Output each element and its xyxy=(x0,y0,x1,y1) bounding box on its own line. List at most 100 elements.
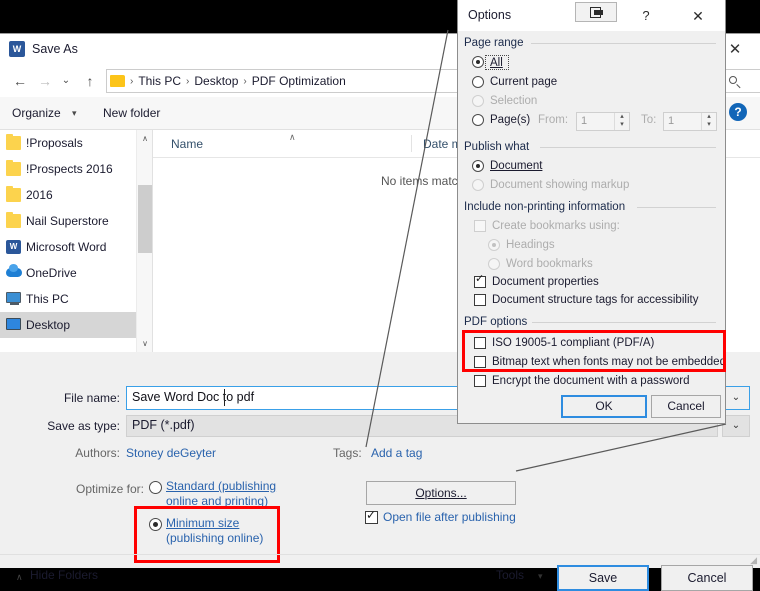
nav-item-proposals[interactable]: !Proposals xyxy=(0,130,152,156)
save-button[interactable]: Save xyxy=(557,565,649,591)
navigation-pane-scrollbar[interactable]: ∧ ∨ xyxy=(136,130,152,352)
restore-arrow xyxy=(594,10,603,15)
breadcrumb-item-this-pc[interactable]: This PC xyxy=(136,74,183,88)
desktop-icon xyxy=(6,318,21,330)
file-name-label: File name: xyxy=(63,391,120,405)
radio-standard-label[interactable]: Standard (publishing online and printing… xyxy=(166,479,316,509)
new-folder-button[interactable]: New folder xyxy=(103,106,160,120)
folder-icon xyxy=(6,134,21,150)
tags-value[interactable]: Add a tag xyxy=(371,446,422,460)
breadcrumb-separator: › xyxy=(186,75,190,87)
spinner-buttons[interactable]: ▴ ▾ xyxy=(614,113,629,130)
save-as-type-label: Save as type: xyxy=(47,419,120,433)
spinner-up-icon[interactable]: ▴ xyxy=(615,113,629,121)
group-title-non-printing: Include non-printing information xyxy=(464,201,631,213)
hide-folders-button[interactable]: Hide Folders xyxy=(30,568,98,582)
forward-icon[interactable]: → xyxy=(35,71,55,91)
nav-item-nail-superstore[interactable]: Nail Superstore xyxy=(0,208,152,234)
cancel-button[interactable]: Cancel xyxy=(661,565,753,591)
options-cancel-button[interactable]: Cancel xyxy=(651,395,721,418)
column-header-name[interactable]: Name xyxy=(171,137,203,151)
column-divider xyxy=(411,135,412,152)
radio-pages[interactable] xyxy=(472,114,484,126)
radio-word-bookmarks-label: Word bookmarks xyxy=(506,258,593,270)
restore-window-icon[interactable] xyxy=(575,2,617,22)
pages-from-value: 1 xyxy=(581,115,588,127)
checkbox-document-properties-label[interactable]: Document properties xyxy=(492,276,599,288)
pages-to-label: To: xyxy=(641,114,657,126)
radio-headings xyxy=(488,239,500,251)
radio-document[interactable] xyxy=(472,160,484,172)
computer-icon xyxy=(6,292,21,305)
pages-from-spinner[interactable]: 1 ▴ ▾ xyxy=(576,112,630,131)
authors-value[interactable]: Stoney deGeyter xyxy=(126,446,216,460)
chevron-down-icon[interactable]: ▾ xyxy=(72,108,77,119)
options-ok-button[interactable]: OK xyxy=(561,395,647,418)
options-button[interactable]: Options... xyxy=(366,481,516,505)
checkbox-create-bookmarks xyxy=(474,220,486,232)
nav-item-this-pc[interactable]: This PC xyxy=(0,286,152,312)
help-icon[interactable]: ? xyxy=(634,6,658,26)
footer-divider xyxy=(0,554,760,555)
checkbox-structure-tags-label[interactable]: Document structure tags for accessibilit… xyxy=(492,294,698,306)
checkbox-structure-tags[interactable] xyxy=(474,294,486,306)
pages-to-spinner[interactable]: 1 ▴ ▾ xyxy=(663,112,717,131)
chevron-down-icon[interactable]: ▾ xyxy=(538,571,543,582)
radio-document-label[interactable]: Document xyxy=(490,160,542,172)
save-as-title: Save As xyxy=(32,42,78,56)
radio-current-page[interactable] xyxy=(472,76,484,88)
radio-selection xyxy=(472,95,484,107)
breadcrumb-separator: › xyxy=(243,75,247,87)
nav-item-label: OneDrive xyxy=(26,266,77,280)
nav-item-2016[interactable]: 2016 xyxy=(0,182,152,208)
radio-all[interactable] xyxy=(472,56,484,68)
highlight-box-pdf-options xyxy=(462,330,726,372)
up-one-level-icon[interactable]: ↑ xyxy=(80,71,100,91)
word-icon: W xyxy=(6,240,21,254)
radio-all-label[interactable]: All xyxy=(490,57,503,69)
breadcrumb-item-desktop[interactable]: Desktop xyxy=(192,74,240,88)
spinner-down-icon[interactable]: ▾ xyxy=(702,121,716,129)
spinner-down-icon[interactable]: ▾ xyxy=(615,121,629,129)
checkbox-open-file-after-publishing[interactable] xyxy=(365,509,378,524)
navigation-pane: !Proposals !Prospects 2016 2016 Nail Sup… xyxy=(0,130,152,352)
nav-item-desktop[interactable]: Desktop xyxy=(0,312,152,338)
group-rule xyxy=(540,147,716,148)
radio-standard[interactable] xyxy=(149,481,162,494)
breadcrumb-item-pdf-optimization[interactable]: PDF Optimization xyxy=(250,74,348,88)
search-input[interactable] xyxy=(722,69,760,93)
resize-grip-icon[interactable]: ◢ xyxy=(750,555,757,566)
spinner-up-icon[interactable]: ▴ xyxy=(702,113,716,121)
close-icon[interactable]: ✕ xyxy=(686,6,710,26)
checkbox-encrypt-document[interactable] xyxy=(474,375,486,387)
organize-button[interactable]: Organize xyxy=(12,106,61,120)
open-file-after-publishing-label[interactable]: Open file after publishing xyxy=(383,510,516,524)
optimize-for-label: Optimize for: xyxy=(75,482,144,496)
nav-item-onedrive[interactable]: OneDrive xyxy=(0,260,152,286)
spinner-buttons[interactable]: ▴ ▾ xyxy=(701,113,716,130)
radio-pages-label[interactable]: Page(s) xyxy=(490,114,530,126)
nav-item-prospects-2016[interactable]: !Prospects 2016 xyxy=(0,156,152,182)
back-icon[interactable]: ← xyxy=(10,71,30,91)
scrollbar-thumb[interactable] xyxy=(138,185,152,253)
scroll-down-icon[interactable]: ∨ xyxy=(137,335,153,352)
nav-item-label: Nail Superstore xyxy=(26,214,109,228)
column-header-date-modified[interactable]: Date m xyxy=(423,137,462,151)
nav-item-microsoft-word[interactable]: W Microsoft Word xyxy=(0,234,152,260)
group-rule xyxy=(637,207,716,208)
tools-button[interactable]: Tools xyxy=(496,568,524,582)
scroll-up-icon[interactable]: ∧ xyxy=(137,130,153,147)
file-name-dropdown-chevron-down-icon[interactable]: ⌄ xyxy=(722,386,750,410)
chevron-up-icon[interactable]: ∧ xyxy=(16,572,23,583)
checkbox-encrypt-document-label[interactable]: Encrypt the document with a password xyxy=(492,375,690,387)
checkbox-document-properties[interactable] xyxy=(474,273,486,288)
radio-current-page-label[interactable]: Current page xyxy=(490,76,557,88)
tags-label: Tags: xyxy=(333,446,362,460)
options-dialog-title: Options xyxy=(468,8,512,22)
nav-item-label: !Prospects 2016 xyxy=(26,162,113,176)
save-as-type-chevron-down-icon[interactable]: ⌄ xyxy=(722,415,750,437)
folder-icon xyxy=(6,160,21,176)
help-icon[interactable]: ? xyxy=(729,103,747,121)
checkbox-create-bookmarks-label: Create bookmarks using: xyxy=(492,220,620,232)
recent-locations-icon[interactable]: ⌄ xyxy=(58,71,74,91)
